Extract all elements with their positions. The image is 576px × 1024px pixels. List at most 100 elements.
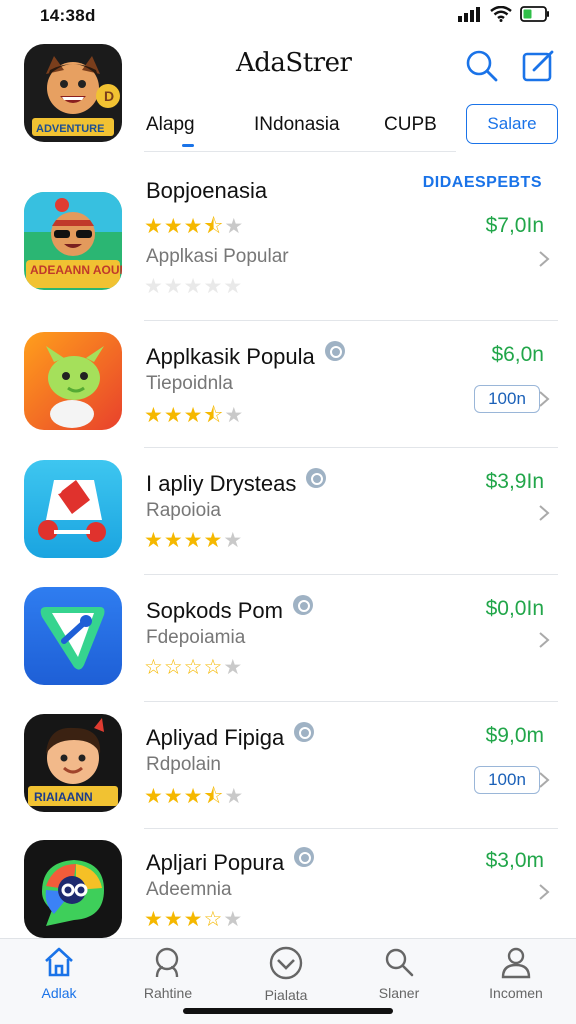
app-subtitle: Applkasi Popular [146, 246, 289, 267]
verified-badge-icon [294, 722, 315, 742]
chevron-right-icon[interactable] [536, 504, 552, 522]
person-icon [501, 947, 531, 979]
star-icon: ★ [144, 529, 164, 552]
app-title: I apliy Drysteas [146, 468, 327, 497]
half-star-icon: ⯪ [203, 404, 225, 427]
open-button[interactable]: 100n [474, 385, 540, 413]
app-title: Applkasik Popula [146, 341, 345, 370]
svg-text:ADEAANN AOUHNAS: ADEAANN AOUHNAS [30, 263, 122, 277]
svg-text:RIAIAANN: RIAIAANN [34, 790, 93, 804]
rating-stars: ★★★⯪★ [144, 212, 244, 247]
colorful-chat-icon [24, 840, 122, 938]
verified-badge-icon [324, 341, 345, 361]
app-subtitle: Rapoioia [146, 500, 221, 521]
half-star-icon: ⯪ [203, 215, 225, 238]
star-icon: ★ [144, 404, 164, 427]
filter-button[interactable]: Salare [466, 104, 558, 144]
tab-label: Adlak [41, 985, 77, 1001]
tab-find[interactable]: Slaner [344, 945, 454, 1001]
app-subtitle: Tiepoidnla [146, 373, 233, 394]
list-item[interactable]: RIAIAANN Apliyad Fipiga $9,0m Rdpolain 1… [0, 702, 576, 829]
tab-indonasia[interactable]: INdonasia [254, 114, 340, 136]
verified-badge-icon [292, 595, 313, 615]
tab-search[interactable]: Rahtine [113, 945, 223, 1001]
compose-button[interactable] [520, 48, 556, 84]
open-button[interactable]: 100n [474, 766, 540, 794]
app-subtitle: Fdepoiamia [146, 627, 246, 648]
tab-cupb[interactable]: CUPB [384, 114, 437, 136]
star-icon: ★ [183, 908, 204, 931]
sponsored-label[interactable]: DIDAESPEBTS [423, 174, 542, 192]
chevron-right-icon[interactable] [536, 250, 552, 268]
star-empty-icon: ★ [224, 404, 245, 427]
price: $6,0n [491, 343, 544, 366]
tab-alapg[interactable]: Alapg [146, 114, 195, 136]
tab-profile[interactable]: Incomen [461, 945, 571, 1001]
star-outline-icon: ☆ [203, 908, 224, 931]
app-title: Apljari Popura [146, 847, 315, 876]
price: $7,0In [485, 214, 544, 237]
chevron-right-icon[interactable] [536, 771, 552, 789]
cartoon-boy-icon: RIAIAANN [24, 714, 122, 812]
star-icon: ★ [144, 908, 164, 931]
price: $3,9In [485, 470, 544, 493]
star-empty-icon: ★ [203, 275, 224, 298]
list-item[interactable]: ADEAANN AOUHNAS Bopjoenasia DIDAESPEBTS … [0, 160, 576, 321]
app-title: Bopjoenasia [146, 178, 268, 203]
app-title: Sopkods Pom [146, 595, 313, 624]
star-icon: ★ [144, 785, 164, 808]
status-time: 14:38d [40, 6, 96, 25]
search-icon [155, 947, 179, 978]
star-outline-icon: ☆ [183, 656, 204, 679]
list-item[interactable]: Applkasik Popula $6,0n Tiepoidnla 100n ★… [0, 321, 576, 448]
star-icon: ★ [183, 529, 204, 552]
star-outline-icon: ☆ [203, 656, 224, 679]
star-empty-icon: ★ [223, 275, 244, 298]
star-empty-icon: ★ [224, 785, 245, 808]
app-logo[interactable]: D ADVENTURE [24, 44, 122, 142]
app-title-text: Applkasik Popula [146, 344, 315, 369]
rating-stars: ★★★★★ [144, 528, 243, 553]
star-icon: ★ [163, 404, 184, 427]
verified-badge-icon [306, 468, 327, 488]
chevron-right-icon[interactable] [536, 390, 552, 408]
home-indicator[interactable] [183, 1008, 393, 1014]
wifi-icon [490, 6, 512, 22]
star-outline-icon: ☆ [163, 656, 184, 679]
search-button[interactable] [464, 48, 500, 84]
star-icon: ★ [144, 215, 164, 238]
adventure-hero-icon: ADEAANN AOUHNAS [24, 192, 122, 290]
price: $9,0m [485, 724, 544, 747]
star-icon: ★ [163, 215, 184, 238]
rating-stars: ☆☆☆☆★ [144, 655, 243, 680]
app-title-text: Apliyad Fipiga [146, 725, 285, 750]
tab-label: Pialata [264, 987, 308, 1003]
list-item[interactable]: I apliy Drysteas $3,9In Rapoioia ★★★★★ [0, 448, 576, 575]
cellular-signal-icon [458, 7, 480, 22]
list-item[interactable]: Apljari Popura $3,0m Adeemnia ★★★☆★ [0, 829, 576, 956]
star-icon: ★ [183, 404, 204, 427]
tab-label: Slaner [378, 985, 420, 1001]
rating-stars-secondary: ★★★★★ [144, 274, 243, 299]
star-icon: ★ [163, 908, 184, 931]
app-title-text: Apljari Popura [146, 850, 285, 875]
price: $0,0In [485, 597, 544, 620]
star-icon: ★ [163, 785, 184, 808]
magnifier-icon [385, 948, 414, 977]
verified-badge-icon [294, 847, 315, 867]
list-item[interactable]: Sopkods Pom $0,0In Fdepoiamia ☆☆☆☆★ [0, 575, 576, 702]
shopping-tags-icon [24, 460, 122, 558]
star-empty-icon: ★ [224, 215, 245, 238]
tab-check[interactable]: Pialata [231, 945, 341, 1003]
status-bar: 14:38d [0, 0, 576, 34]
chevron-right-icon[interactable] [536, 883, 552, 901]
rating-stars: ★★★⯪★ [144, 782, 244, 817]
check-circle-icon [269, 946, 303, 980]
app-title: Apliyad Fipiga [146, 722, 315, 751]
chevron-right-icon[interactable] [536, 631, 552, 649]
star-empty-icon: ★ [183, 275, 204, 298]
star-empty-icon: ★ [223, 529, 244, 552]
compose-icon [522, 50, 554, 82]
star-icon: ★ [183, 785, 204, 808]
tab-home[interactable]: Adlak [4, 945, 114, 1001]
